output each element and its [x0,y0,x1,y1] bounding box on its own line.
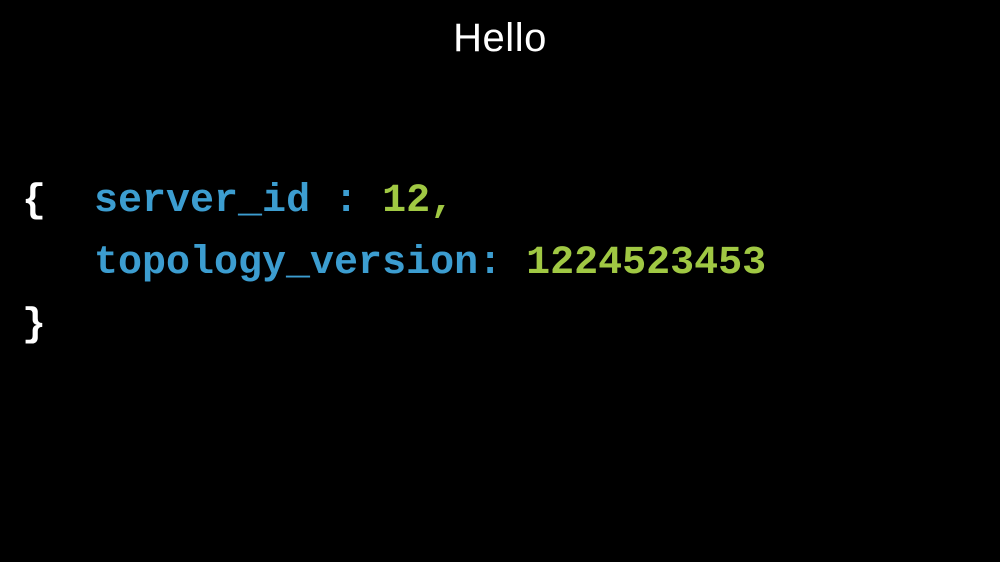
value-topology-version: 1224523453 [526,241,766,286]
key-server-id: server_id [94,179,310,224]
separator-1: : [310,179,382,224]
separator-2: : [478,241,526,286]
value-server-id: 12 [382,179,430,224]
key-topology-version: topology_version [94,241,478,286]
brace-open: { [22,179,46,224]
brace-close: } [22,303,46,348]
comma-1: , [430,179,454,224]
slide-title: Hello [0,0,1000,61]
code-block: { server_id : 12, topology_version: 1224… [22,171,1000,357]
